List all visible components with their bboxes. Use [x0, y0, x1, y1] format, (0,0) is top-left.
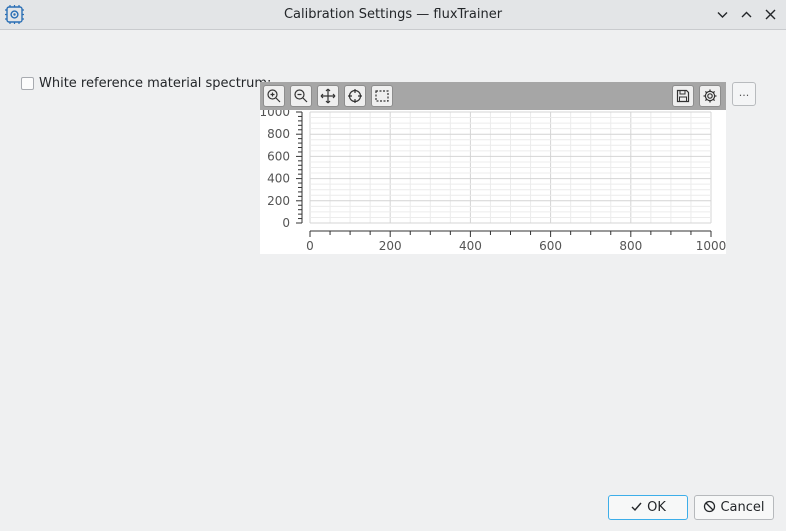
cancel-icon — [704, 500, 716, 513]
cancel-label: Cancel — [720, 500, 765, 515]
settings-icon[interactable] — [699, 85, 721, 107]
zoom-out-icon[interactable] — [290, 85, 312, 107]
pan-icon[interactable] — [317, 85, 339, 107]
more-options-button[interactable]: ... — [732, 82, 756, 106]
x-tick-label: 1000 — [696, 239, 726, 253]
x-tick-label: 400 — [459, 239, 482, 253]
y-tick-label: 0 — [282, 216, 290, 230]
x-tick-label: 0 — [306, 239, 314, 253]
y-tick-label: 800 — [267, 127, 290, 141]
y-tick-label: 200 — [267, 194, 290, 208]
close-icon[interactable] — [762, 6, 779, 23]
save-icon[interactable] — [672, 85, 694, 107]
plot-toolbar — [260, 82, 726, 110]
ok-label: OK — [647, 500, 666, 515]
cancel-button[interactable]: Cancel — [694, 495, 774, 520]
white-reference-label: White reference material spectrum: — [39, 76, 272, 91]
y-tick-label: 400 — [267, 172, 290, 186]
checkmark-icon — [631, 502, 642, 512]
ok-button[interactable]: OK — [608, 495, 688, 520]
y-tick-label: 1000 — [260, 110, 290, 119]
minimize-icon[interactable] — [714, 6, 731, 23]
spectrum-plot[interactable]: 0 200 400 600 800 1000 0 200 400 600 800 1000 — [260, 82, 726, 254]
window-title: Calibration Settings — fluxTrainer — [283, 7, 503, 22]
maximize-icon[interactable] — [738, 6, 755, 23]
y-tick-label: 600 — [267, 149, 290, 163]
plot-area[interactable]: 0 200 400 600 800 1000 0 200 400 600 800 1000 — [260, 110, 726, 254]
zoom-in-icon[interactable] — [263, 85, 285, 107]
crosshair-icon[interactable] — [344, 85, 366, 107]
title-bar: Calibration Settings — fluxTrainer — [0, 0, 786, 30]
x-tick-label: 200 — [379, 239, 402, 253]
select-region-icon[interactable] — [371, 85, 393, 107]
x-tick-label: 800 — [619, 239, 642, 253]
x-tick-label: 600 — [539, 239, 562, 253]
white-reference-checkbox[interactable] — [21, 77, 34, 90]
